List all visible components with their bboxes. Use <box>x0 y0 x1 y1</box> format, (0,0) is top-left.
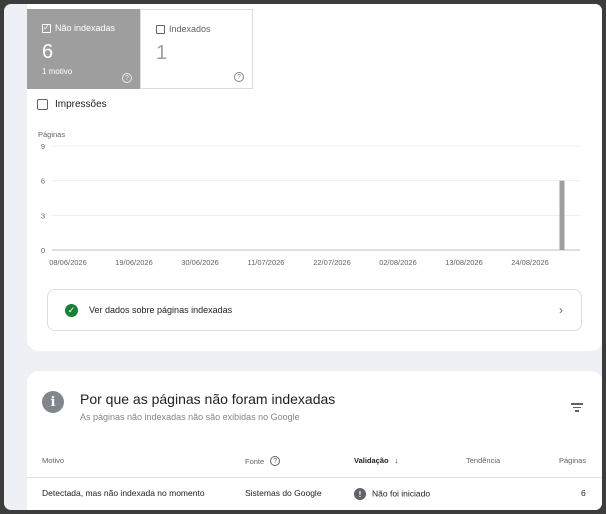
tile-indexed-count: 1 <box>156 42 168 64</box>
check-icon[interactable]: ✓ <box>42 23 51 33</box>
y-tick-label: 6 <box>41 177 45 186</box>
x-tick-label: 13/08/2026 <box>445 258 483 267</box>
x-tick-label: 24/08/2026 <box>511 258 549 267</box>
help-icon[interactable]: ? <box>122 73 132 83</box>
impressions-toggle[interactable]: Impressões <box>37 99 107 110</box>
y-tick-label: 0 <box>41 246 45 255</box>
x-tick-label: 22/07/2026 <box>313 258 351 267</box>
x-tick-label: 08/06/2026 <box>49 258 87 267</box>
check-circle-icon: ✓ <box>65 303 78 317</box>
coverage-card: ✓ Não indexadas 6 1 motivo ? Indexados 1… <box>27 4 602 351</box>
exclamation-icon: ! <box>354 488 366 500</box>
header-reason[interactable]: Motivo <box>42 456 64 465</box>
row-pages: 6 <box>581 488 586 498</box>
tile-not-indexed-label: Não indexadas <box>55 23 116 33</box>
header-validation[interactable]: Validação ↓ <box>354 456 398 465</box>
header-pages[interactable]: Páginas <box>559 456 586 465</box>
filter-icon[interactable] <box>571 401 583 414</box>
chart-bar[interactable] <box>559 180 565 250</box>
section-subtitle: As páginas não indexadas não são exibida… <box>80 412 300 422</box>
indexed-pages-link-label: Ver dados sobre páginas indexadas <box>89 305 233 315</box>
help-icon[interactable]: ? <box>234 72 244 82</box>
header-source-label: Fonte <box>245 456 265 466</box>
impressions-label: Impressões <box>55 99 107 110</box>
x-tick-label: 19/06/2026 <box>115 258 153 267</box>
row-validation: ! Não foi iniciado <box>354 488 430 500</box>
y-tick-label: 9 <box>41 142 45 151</box>
tile-indexed[interactable]: Indexados 1 ? <box>140 9 253 89</box>
tile-not-indexed[interactable]: ✓ Não indexadas 6 1 motivo ? <box>27 9 140 89</box>
tile-not-indexed-count: 6 <box>42 41 54 63</box>
x-tick-label: 11/07/2026 <box>248 258 285 267</box>
row-reason: Detectada, mas não indexada no momento <box>42 488 205 498</box>
header-trend[interactable]: Tendência <box>466 456 500 465</box>
header-source[interactable]: Fonte ? <box>245 456 281 466</box>
pages-chart: Páginas 9 6 3 0 08/06/2026 19/06/2026 30/06/2… <box>38 130 580 267</box>
info-icon: i <box>42 391 64 413</box>
row-source: Sistemas do Google <box>245 488 322 498</box>
indexed-pages-link[interactable]: ✓ Ver dados sobre páginas indexadas › <box>47 289 582 331</box>
checkbox-empty-icon[interactable] <box>37 99 48 110</box>
checkbox-empty-icon[interactable] <box>156 24 165 34</box>
row-validation-label: Não foi iniciado <box>372 488 431 499</box>
header-validation-label: Validação <box>354 456 389 465</box>
not-indexed-reasons-card: i Por que as páginas não foram indexadas… <box>27 371 602 510</box>
x-tick-label: 02/08/2026 <box>379 258 417 267</box>
table-divider <box>27 477 602 478</box>
help-icon[interactable]: ? <box>270 456 281 466</box>
y-tick-label: 3 <box>41 211 45 220</box>
chart-ylabel: Páginas <box>38 130 65 139</box>
arrow-down-icon: ↓ <box>394 456 399 465</box>
section-title: Por que as páginas não foram indexadas <box>80 391 336 407</box>
tile-not-indexed-sub: 1 motivo <box>42 67 73 76</box>
chevron-right-icon: › <box>559 303 563 317</box>
x-tick-label: 30/06/2026 <box>181 258 219 267</box>
app-frame: ✓ Não indexadas 6 1 motivo ? Indexados 1… <box>4 4 602 510</box>
tile-indexed-label: Indexados <box>169 24 211 34</box>
